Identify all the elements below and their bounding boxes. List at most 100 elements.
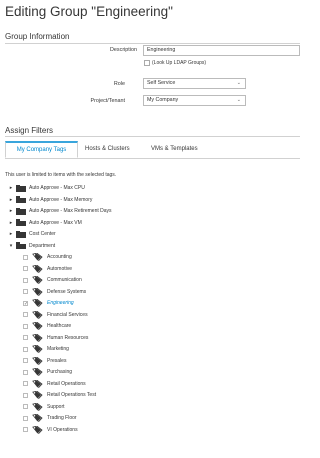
tag-icon bbox=[32, 390, 43, 400]
tree-tag-label: Financial Services bbox=[47, 311, 88, 318]
project-label: Project/Tenant bbox=[90, 98, 125, 104]
tree-tag-label: Support bbox=[47, 403, 65, 410]
tag-checkbox[interactable] bbox=[23, 254, 28, 260]
tag-checkbox[interactable] bbox=[23, 277, 28, 283]
folder-icon bbox=[16, 242, 26, 249]
folder-icon bbox=[16, 196, 26, 203]
tag-icon bbox=[32, 298, 43, 308]
tree-category-label: Auto Approve - Max CPU bbox=[29, 185, 85, 191]
caret-right-icon[interactable]: ▸ bbox=[8, 185, 14, 191]
chevron-down-icon: ⌄ bbox=[236, 80, 241, 86]
tree-tag-label: Defense Systems bbox=[47, 288, 87, 295]
tree-category-label: Auto Approve - Max VM bbox=[29, 219, 82, 226]
tag-checkbox[interactable] bbox=[23, 335, 28, 340]
folder-icon bbox=[16, 207, 26, 215]
tree-tag-row[interactable]: Healthcare bbox=[23, 321, 71, 331]
tag-icon bbox=[32, 379, 43, 388]
tag-checkbox[interactable] bbox=[23, 312, 28, 317]
tag-checkbox[interactable]: ✓ bbox=[23, 300, 28, 306]
tree-tag-row[interactable]: ✓ Engineering bbox=[23, 298, 74, 308]
ldap-lookup-checkbox[interactable] bbox=[144, 60, 150, 66]
assign-filters-heading: Assign Filters bbox=[5, 126, 54, 135]
tab-my-company-tags[interactable]: My Company Tags bbox=[5, 141, 78, 158]
caret-right-icon[interactable]: ▸ bbox=[8, 231, 14, 237]
page-title: Editing Group "Engineering" bbox=[5, 4, 173, 19]
tree-tag-row[interactable]: VI Operations bbox=[23, 425, 78, 435]
tab-hosts-clusters[interactable]: Hosts & Clusters bbox=[85, 141, 130, 158]
tag-checkbox[interactable] bbox=[23, 415, 28, 421]
tag-icon bbox=[32, 321, 43, 331]
filter-tabs: My Company Tags Hosts & Clusters VMs & T… bbox=[5, 141, 300, 159]
tag-icon bbox=[32, 333, 43, 342]
folder-icon bbox=[16, 184, 26, 192]
description-label: Description bbox=[110, 47, 137, 53]
tree-tag-row[interactable]: Retail Operations Test bbox=[23, 390, 96, 400]
tree-tag-row[interactable]: Financial Services bbox=[23, 310, 88, 320]
tag-checkbox[interactable] bbox=[23, 346, 28, 352]
tag-icon bbox=[32, 344, 43, 354]
tree-tag-row[interactable]: Presales bbox=[23, 356, 66, 366]
tag-icon bbox=[32, 310, 43, 319]
folder-icon bbox=[16, 230, 26, 238]
tag-checkbox[interactable] bbox=[23, 381, 28, 386]
tag-icon bbox=[32, 413, 43, 423]
tree-tag-label: Accounting bbox=[47, 254, 72, 260]
tag-icon bbox=[32, 425, 43, 434]
description-input[interactable]: Engineering bbox=[143, 45, 300, 56]
tree-tag-label: Trading Floor bbox=[47, 415, 77, 421]
caret-right-icon[interactable]: ▸ bbox=[8, 208, 14, 214]
tree-tag-row[interactable]: Human Resources bbox=[23, 333, 88, 343]
tag-icon bbox=[32, 275, 43, 285]
tree-category-row[interactable]: ▸ Auto Approve - Max Memory bbox=[8, 195, 92, 205]
tree-tag-row[interactable]: Trading Floor bbox=[23, 413, 77, 423]
project-select-value: My Company bbox=[147, 97, 179, 103]
role-label: Role bbox=[113, 81, 125, 87]
tag-checkbox[interactable] bbox=[23, 358, 28, 363]
tree-category-row[interactable]: ▸ Auto Approve - Max VM bbox=[8, 218, 82, 228]
tree-category-row[interactable]: ▸ Cost Center bbox=[8, 229, 56, 239]
tree-tag-label: Retail Operations bbox=[47, 380, 86, 387]
tree-category-row[interactable]: ▸ Auto Approve - Max Retirement Days bbox=[8, 206, 112, 216]
project-select[interactable]: My Company ⌄ bbox=[143, 95, 246, 106]
tree-tag-row[interactable]: Support bbox=[23, 402, 65, 412]
tree-tag-label: Purchasing bbox=[47, 369, 73, 375]
tag-checkbox[interactable] bbox=[23, 289, 28, 294]
group-information-heading: Group Information bbox=[5, 32, 70, 41]
tree-tag-row[interactable]: Defense Systems bbox=[23, 287, 86, 297]
tree-tag-row[interactable]: Automotive bbox=[23, 264, 72, 274]
tree-tag-row[interactable]: Accounting bbox=[23, 252, 72, 262]
tree-tag-row[interactable]: Communication bbox=[23, 275, 82, 285]
tree-category-row[interactable]: ▸ Auto Approve - Max CPU bbox=[8, 183, 85, 193]
caret-right-icon[interactable]: ▸ bbox=[8, 220, 14, 226]
tree-tag-row[interactable]: Purchasing bbox=[23, 367, 72, 377]
divider bbox=[5, 43, 300, 44]
tree-tag-row[interactable]: Retail Operations bbox=[23, 379, 86, 389]
tree-tag-label: Engineering bbox=[47, 300, 74, 306]
tree-tag-label: Automotive bbox=[47, 265, 73, 272]
tree-tag-label: Retail Operations Test bbox=[47, 392, 97, 398]
tag-icon bbox=[32, 356, 43, 365]
tree-category-label: Cost Center bbox=[29, 231, 56, 237]
tag-icon bbox=[32, 367, 43, 377]
tree-tag-row[interactable]: Marketing bbox=[23, 344, 69, 354]
tag-checkbox[interactable] bbox=[23, 427, 28, 432]
tag-checkbox[interactable] bbox=[23, 369, 28, 375]
folder-icon bbox=[16, 219, 26, 226]
divider bbox=[5, 136, 300, 137]
restriction-note: This user is limited to items with the s… bbox=[5, 172, 117, 178]
tree-tag-label: Human Resources bbox=[47, 334, 89, 341]
tree-category-row[interactable]: ▾ Department bbox=[8, 241, 55, 251]
tab-vms-templates[interactable]: VMs & Templates bbox=[151, 141, 198, 158]
tree-category-label: Department bbox=[29, 242, 56, 249]
role-select[interactable]: Self Service ⌄ bbox=[143, 78, 246, 89]
tag-icon bbox=[32, 402, 43, 411]
tree-tag-label: VI Operations bbox=[47, 426, 78, 433]
tag-checkbox[interactable] bbox=[23, 404, 28, 409]
tag-checkbox[interactable] bbox=[23, 323, 28, 329]
tag-checkbox[interactable] bbox=[23, 266, 28, 271]
caret-down-icon[interactable]: ▾ bbox=[8, 243, 14, 249]
tree-category-label: Auto Approve - Max Memory bbox=[29, 196, 93, 203]
caret-right-icon[interactable]: ▸ bbox=[8, 197, 14, 203]
tag-checkbox[interactable] bbox=[23, 392, 28, 398]
tree-tag-label: Healthcare bbox=[47, 323, 72, 329]
